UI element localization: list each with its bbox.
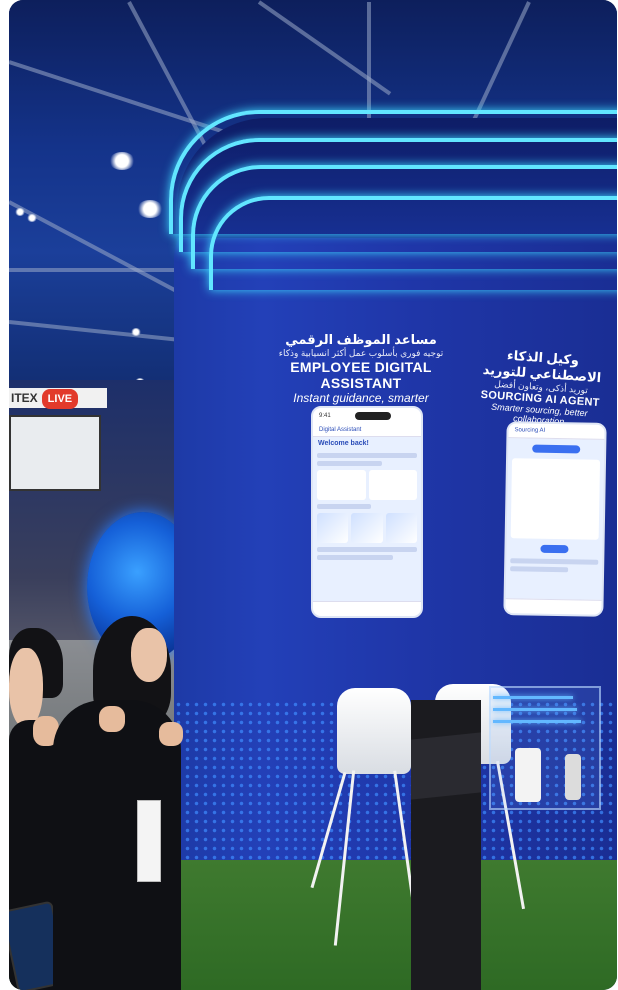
app-action-button: [532, 444, 581, 454]
app-card: [317, 470, 366, 500]
display-screen: [9, 415, 101, 491]
live-badge: LIVE: [41, 389, 79, 409]
app-thumbnail: [317, 513, 349, 543]
stool-seat: [337, 688, 411, 774]
app-text-line: [510, 566, 568, 573]
remote-device: [565, 754, 581, 800]
neon-strip: [493, 696, 573, 699]
ceiling-light: [109, 152, 135, 170]
app-header: Digital Assistant: [313, 424, 421, 437]
phone-status-bar: 9:41: [313, 408, 421, 424]
ceiling-light: [15, 208, 25, 216]
app-header: Sourcing AI: [508, 423, 605, 440]
assistant-app-mockup: 9:41 Digital Assistant Welcome back!: [311, 406, 423, 618]
app-card: [368, 470, 417, 500]
artificial-grass-floor: [159, 860, 617, 990]
app-thumbnail-row: [317, 513, 417, 543]
sign-english-title: EMPLOYEE DIGITAL ASSISTANT: [290, 359, 432, 391]
app-form-card: [510, 458, 601, 540]
sourcing-app-mockup: Sourcing AI: [503, 421, 607, 617]
app-thumbnail: [385, 513, 417, 543]
app-text-line: [510, 558, 599, 565]
visitor-face: [131, 628, 167, 682]
phone-time: 9:41: [319, 413, 331, 419]
sign-arabic-subtitle: توجيه فوري بأسلوب عمل أكثر انسيابية وذكا…: [278, 348, 444, 358]
lanyard-badge: [137, 800, 161, 882]
photo-frame: ITEX LIVE مساعد الموظف الرقمي توجيه فوري …: [9, 0, 617, 990]
ceiling-light: [137, 200, 163, 218]
app-submit-button: [540, 544, 569, 554]
app-text-line: [317, 555, 393, 560]
kiosk-podium-top: [411, 732, 481, 800]
sourcing-agent-sign: وكيل الذكاء الاصطناعي للتوريد توريد أذكى…: [469, 345, 614, 430]
app-text-line: [317, 453, 417, 458]
app-text-line: [317, 504, 371, 509]
visitor-face: [9, 648, 43, 728]
app-card-row: [317, 470, 417, 500]
ceiling-light: [131, 328, 141, 336]
neon-strip: [493, 720, 581, 723]
hall-banner: ITEX LIVE: [9, 388, 107, 409]
display-device: [515, 748, 541, 802]
visitor-hand: [159, 722, 183, 746]
phone-notch: [354, 412, 391, 420]
neon-ring: [209, 196, 617, 290]
app-bottom-nav: [313, 601, 421, 616]
app-text-line: [317, 461, 382, 466]
visitor-hand: [99, 706, 125, 732]
ceiling-light: [27, 214, 37, 222]
glass-display-stand: [489, 686, 601, 810]
sign-arabic-title: مساعد الموظف الرقمي: [285, 332, 437, 347]
app-text-line: [317, 547, 417, 552]
neon-strip: [493, 708, 577, 711]
app-greeting: Welcome back!: [318, 440, 369, 447]
app-input-bar: [505, 598, 602, 615]
app-thumbnail: [351, 513, 383, 543]
banner-text: ITEX: [11, 391, 38, 405]
